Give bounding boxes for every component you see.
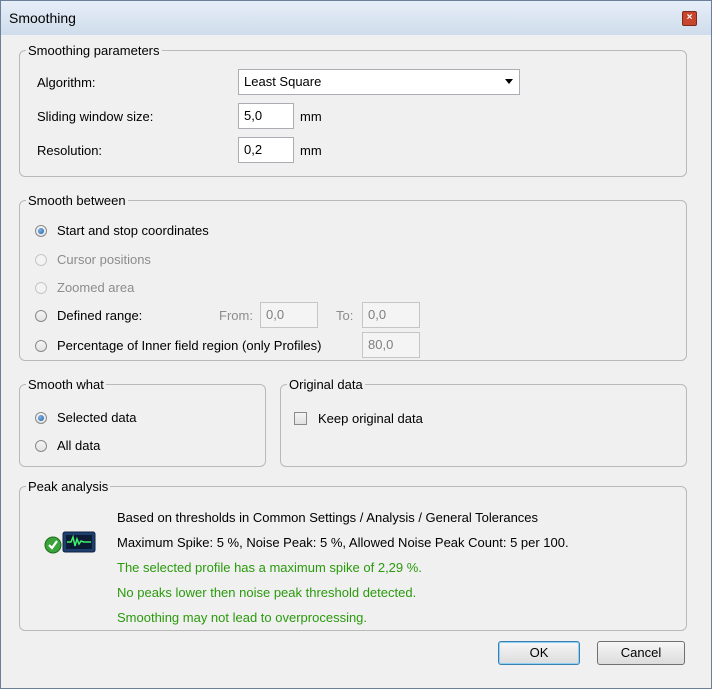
radio-start-stop[interactable]: [35, 225, 47, 237]
percentage-input[interactable]: 80,0: [362, 332, 420, 358]
keep-original-label: Keep original data: [318, 411, 423, 426]
resolution-unit: mm: [300, 143, 322, 158]
peak-analysis-group: Peak analysis Based on thresholds in Com…: [19, 479, 687, 631]
peak-line-no-peaks: No peaks lower then noise peak threshold…: [117, 585, 417, 600]
sliding-window-input[interactable]: 5,0: [238, 103, 294, 129]
radio-cursor-positions-label: Cursor positions: [57, 252, 151, 267]
algorithm-select[interactable]: Least Square: [238, 69, 520, 95]
smooth-what-group: Smooth what Selected data All data: [19, 377, 266, 467]
radio-all-data[interactable]: [35, 440, 47, 452]
peak-analysis-legend: Peak analysis: [28, 479, 109, 494]
radio-selected-data[interactable]: [35, 412, 47, 424]
peak-line-limits: Maximum Spike: 5 %, Noise Peak: 5 %, All…: [117, 535, 569, 550]
radio-defined-range[interactable]: [35, 310, 47, 322]
radio-zoomed-area-label: Zoomed area: [57, 280, 135, 295]
original-data-group: Original data Keep original data: [280, 377, 687, 467]
keep-original-checkbox[interactable]: [294, 412, 307, 425]
peak-line-max-spike: The selected profile has a maximum spike…: [117, 560, 422, 575]
cancel-button[interactable]: Cancel: [597, 641, 685, 665]
radio-cursor-positions[interactable]: [35, 254, 47, 266]
chevron-down-icon: [505, 79, 513, 84]
algorithm-label: Algorithm:: [37, 75, 96, 90]
green-check-signal-icon: [43, 530, 97, 556]
from-label: From:: [219, 308, 253, 323]
peak-line-overprocessing: Smoothing may not lead to overprocessing…: [117, 610, 368, 625]
radio-percentage-label: Percentage of Inner field region (only P…: [57, 338, 322, 353]
smooth-between-group: Smooth between Start and stop coordinate…: [19, 193, 687, 361]
smooth-what-legend: Smooth what: [28, 377, 104, 392]
to-input[interactable]: 0,0: [362, 302, 420, 328]
sliding-window-unit: mm: [300, 109, 322, 124]
resolution-input[interactable]: 0,2: [238, 137, 294, 163]
title-bar: Smoothing ×: [1, 1, 711, 35]
dialog-client: Smoothing parameters Algorithm: Least Sq…: [8, 35, 704, 681]
to-label: To:: [336, 308, 354, 323]
radio-all-data-label: All data: [57, 438, 101, 453]
original-data-legend: Original data: [289, 377, 363, 392]
algorithm-value: Least Square: [244, 74, 322, 89]
smoothing-dialog: Smoothing × Smoothing parameters Algorit…: [0, 0, 712, 689]
window-title: Smoothing: [9, 10, 76, 26]
from-input[interactable]: 0,0: [260, 302, 318, 328]
radio-start-stop-label: Start and stop coordinates: [57, 223, 209, 238]
smoothing-parameters-group: Smoothing parameters Algorithm: Least Sq…: [19, 43, 687, 177]
close-icon[interactable]: ×: [682, 11, 697, 26]
sliding-window-label: Sliding window size:: [37, 109, 154, 124]
radio-selected-data-label: Selected data: [57, 410, 137, 425]
resolution-label: Resolution:: [37, 143, 103, 158]
radio-zoomed-area[interactable]: [35, 282, 47, 294]
radio-defined-range-label: Defined range:: [57, 308, 143, 323]
peak-line-thresholds: Based on thresholds in Common Settings /…: [117, 510, 539, 525]
ok-button[interactable]: OK: [498, 641, 580, 665]
radio-percentage[interactable]: [35, 340, 47, 352]
smooth-between-legend: Smooth between: [28, 193, 126, 208]
smoothing-parameters-legend: Smoothing parameters: [28, 43, 160, 58]
